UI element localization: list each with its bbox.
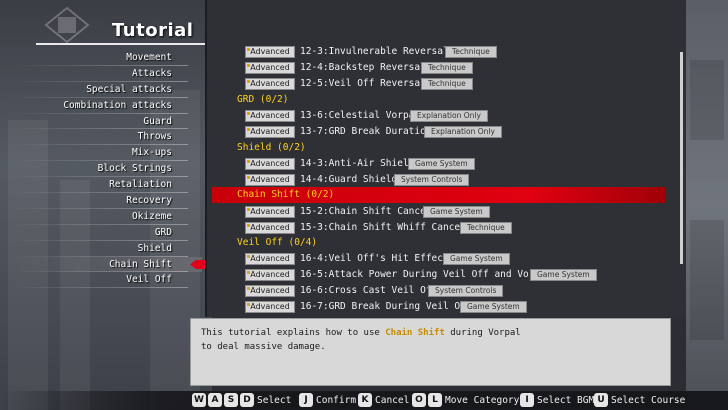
category-label: Throws xyxy=(137,131,172,143)
key-l: L xyxy=(428,393,442,407)
background-building xyxy=(690,60,724,140)
category-label: Okizeme xyxy=(131,210,172,222)
advanced-badge: Advanced xyxy=(245,269,295,281)
control-hint-select-course: U Select Course xyxy=(594,393,685,407)
lesson-type-tag: Game System xyxy=(443,253,510,265)
page-title: Tutorial xyxy=(112,20,194,41)
lesson-row[interactable]: Advanced 15-2:Chain Shift Cancel Game Sy… xyxy=(205,204,686,220)
description-text: This tutorial explains how to use xyxy=(201,328,386,338)
category-label: Attacks xyxy=(131,67,172,79)
lesson-type-tag: Technique xyxy=(460,222,512,234)
category-item-okizeme[interactable]: Okizeme xyxy=(10,209,202,225)
control-label: Move Category xyxy=(445,394,520,406)
category-item-retaliation[interactable]: Retaliation xyxy=(10,177,202,193)
key-u: U xyxy=(594,393,608,407)
control-label: Select BGM xyxy=(537,394,595,406)
lesson-title: 15-3:Chain Shift Whiff Cancel xyxy=(300,222,466,233)
lesson-type-tag: Game System xyxy=(423,206,490,218)
key-j: J xyxy=(299,393,313,407)
category-item-chain-shift[interactable]: Chain Shift xyxy=(10,256,202,273)
category-label: Retaliation xyxy=(109,179,172,191)
category-item-shield[interactable]: Shield xyxy=(10,241,202,257)
category-label: Shield xyxy=(137,242,172,254)
advanced-badge: Advanced xyxy=(245,206,295,218)
description-box: This tutorial explains how to use Chain … xyxy=(190,318,671,386)
control-hint-select-bgm: I Select BGM xyxy=(520,393,594,407)
category-item-mix-ups[interactable]: Mix-ups xyxy=(10,145,202,162)
category-item-combination-attacks[interactable]: Combination attacks xyxy=(10,98,202,114)
control-hint-confirm: J Confirm xyxy=(299,393,356,407)
control-hint-move-category: O L Move Category xyxy=(412,393,519,407)
advanced-badge: Advanced xyxy=(245,301,295,313)
category-list: Movement Attacks Special attacks Combina… xyxy=(10,50,202,289)
control-hint-select: W A S D Select xyxy=(192,393,291,407)
category-label: Chain Shift xyxy=(109,258,172,270)
lesson-row[interactable]: Advanced 16-5:Attack Power During Veil O… xyxy=(205,267,686,283)
category-label: Guard xyxy=(143,115,172,127)
lesson-type-tag: Game System xyxy=(460,301,527,313)
key-i: I xyxy=(520,393,534,407)
category-label: Recovery xyxy=(126,195,172,207)
advanced-badge: Advanced xyxy=(245,253,295,265)
category-item-movement[interactable]: Movement xyxy=(10,50,202,66)
lesson-list-continued: Advanced 15-2:Chain Shift Cancel Game Sy… xyxy=(205,0,686,317)
lesson-row[interactable]: Advanced 16-6:Cross Cast Veil Off System… xyxy=(205,283,686,299)
key-k: K xyxy=(358,393,372,407)
category-label: Combination attacks xyxy=(63,99,172,111)
lesson-title: 16-7:GRD Break During Veil Off xyxy=(300,301,472,312)
category-item-block-strings[interactable]: Block Strings xyxy=(10,161,202,178)
category-item-special-attacks[interactable]: Special attacks xyxy=(10,82,202,98)
lesson-row[interactable]: Advanced 15-3:Chain Shift Whiff Cancel T… xyxy=(205,220,686,236)
lesson-title: 16-5:Attack Power During Veil Off and Vo… xyxy=(300,269,552,280)
lesson-scrollbar[interactable] xyxy=(680,52,683,264)
background-right xyxy=(686,0,728,410)
lesson-type-tag: Game System xyxy=(530,269,597,281)
background-building xyxy=(690,220,724,340)
advanced-badge: Advanced xyxy=(245,285,295,297)
category-label: Mix-ups xyxy=(131,147,172,159)
title-underline xyxy=(36,43,206,45)
lesson-title: 16-4:Veil Off's Hit Effects xyxy=(300,253,455,264)
category-label: Special attacks xyxy=(86,83,172,95)
control-label: Select Course xyxy=(611,394,686,406)
category-item-grd[interactable]: GRD xyxy=(10,225,202,241)
description-line-2: to deal massive damage. xyxy=(201,342,326,352)
lesson-title: 16-6:Cross Cast Veil Off xyxy=(300,285,438,296)
category-label: Veil Off xyxy=(126,274,172,286)
lesson-type-tag: System Controls xyxy=(428,285,504,297)
category-item-recovery[interactable]: Recovery xyxy=(10,193,202,209)
description-text: during Vorpal xyxy=(444,328,521,338)
category-label: Movement xyxy=(126,52,172,63)
category-item-veil-off[interactable]: Veil Off xyxy=(10,272,202,289)
crest-emblem-icon xyxy=(44,6,90,44)
lesson-row[interactable]: Advanced 16-7:GRD Break During Veil Off … xyxy=(205,299,686,315)
key-w: W xyxy=(192,393,206,407)
key-d: D xyxy=(240,393,254,407)
description-highlight: Chain Shift xyxy=(385,328,445,338)
category-item-attacks[interactable]: Attacks xyxy=(10,66,202,82)
category-item-throws[interactable]: Throws xyxy=(10,129,202,146)
category-label: Block Strings xyxy=(97,163,172,175)
section-header-veil-off: Veil Off (0/4) xyxy=(237,237,318,248)
key-a: A xyxy=(208,393,222,407)
category-label: GRD xyxy=(154,226,172,238)
control-hint-cancel: K Cancel xyxy=(358,393,409,407)
lesson-row[interactable]: Advanced 16-4:Veil Off's Hit Effects Gam… xyxy=(205,251,686,267)
category-item-guard[interactable]: Guard xyxy=(10,114,202,130)
control-label: Cancel xyxy=(375,394,410,406)
key-s: S xyxy=(224,393,238,407)
description-line-1: This tutorial explains how to use Chain … xyxy=(201,326,660,340)
control-label: Select xyxy=(257,394,292,406)
lesson-title: 15-2:Chain Shift Cancel xyxy=(300,206,432,217)
key-o: O xyxy=(412,393,426,407)
control-label: Confirm xyxy=(316,394,357,406)
advanced-badge: Advanced xyxy=(245,222,295,234)
